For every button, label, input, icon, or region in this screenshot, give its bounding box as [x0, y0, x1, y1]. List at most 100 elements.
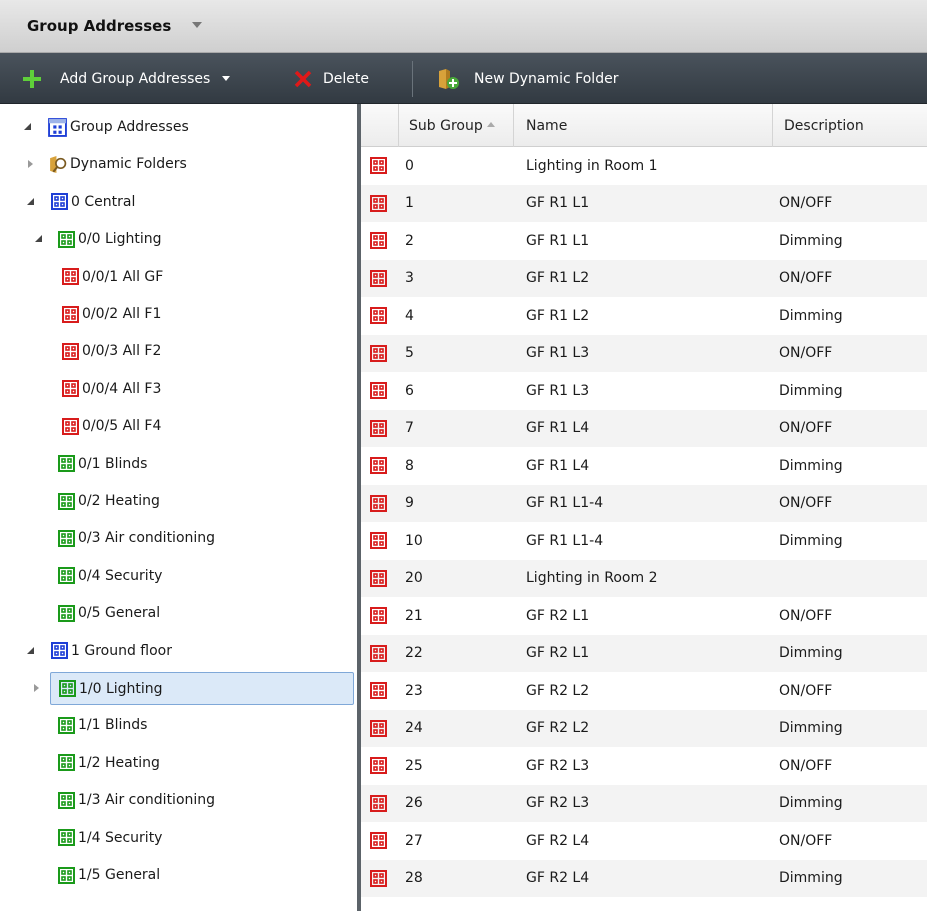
- table-row[interactable]: 4 GF R1 L2 Dimming: [361, 297, 927, 335]
- cell-description: Dimming: [779, 720, 843, 737]
- middle-group-icon: [58, 791, 75, 809]
- row-icon-cell: [370, 522, 387, 560]
- table-row[interactable]: 3 GF R1 L2 ON/OFF: [361, 259, 927, 297]
- tree-item[interactable]: 1/3 Air conditioning: [58, 783, 215, 817]
- table-row[interactable]: 21 GF R2 L1 ON/OFF: [361, 597, 927, 635]
- main-group-icon: [51, 642, 68, 660]
- table-row[interactable]: 9 GF R1 L1-4 ON/OFF: [361, 484, 927, 522]
- cell-sub-group: 22: [405, 645, 423, 662]
- table-row[interactable]: 24 GF R2 L2 Dimming: [361, 709, 927, 747]
- row-icon-cell: [370, 860, 387, 898]
- tree-item[interactable]: 0/0/3 All F2: [62, 334, 161, 368]
- group-address-icon: [370, 307, 387, 325]
- tree-item[interactable]: 0/0/5 All F4: [62, 409, 161, 443]
- group-address-icon: [370, 457, 387, 475]
- column-separator: [398, 104, 399, 147]
- tree-item[interactable]: 0/1 Blinds: [58, 447, 147, 481]
- chevron-down-icon[interactable]: [222, 76, 231, 81]
- title-dropdown-icon[interactable]: [192, 22, 202, 28]
- cell-name: GF R1 L3: [526, 345, 590, 362]
- tree-item-label: 0/3 Air conditioning: [78, 530, 216, 547]
- tree-item[interactable]: 0/5 General: [58, 596, 160, 630]
- table-row[interactable]: 23 GF R2 L2 ON/OFF: [361, 672, 927, 710]
- cell-sub-group: 20: [405, 570, 423, 587]
- tree-item[interactable]: 1/4 Security: [58, 821, 162, 855]
- tree-item[interactable]: 0/0/4 All F3: [62, 372, 161, 406]
- cell-description: ON/OFF: [779, 832, 833, 849]
- row-icon-cell: [370, 335, 387, 373]
- expanded-triangle-icon[interactable]: [24, 123, 31, 130]
- group-address-icon: [370, 269, 387, 287]
- tree-item[interactable]: 0/3 Air conditioning: [58, 521, 215, 555]
- cell-description: ON/OFF: [779, 495, 833, 512]
- cell-name: GF R1 L1: [526, 232, 590, 249]
- group-address-icon: [370, 757, 387, 775]
- cell-sub-group: 23: [405, 682, 423, 699]
- table-row[interactable]: 10 GF R1 L1-4 Dimming: [361, 522, 927, 560]
- panel-header: Group Addresses: [0, 0, 927, 53]
- column-header-sub-group[interactable]: Sub Group: [409, 104, 495, 147]
- tree-item[interactable]: 0/2 Heating: [58, 484, 160, 518]
- tree-item[interactable]: 1 Ground floor: [51, 634, 172, 668]
- tree-item[interactable]: 1/2 Heating: [58, 746, 160, 780]
- table-row[interactable]: 27 GF R2 L4 ON/OFF: [361, 822, 927, 860]
- expanded-triangle-icon[interactable]: [27, 197, 34, 205]
- table-row[interactable]: 26 GF R2 L3 Dimming: [361, 784, 927, 822]
- table-row[interactable]: 25 GF R2 L3 ON/OFF: [361, 747, 927, 785]
- tree-item[interactable]: 1/5 General: [58, 858, 160, 892]
- tree-item[interactable]: 1/1 Blinds: [58, 708, 147, 742]
- delete-button[interactable]: Delete: [293, 53, 369, 104]
- table-row[interactable]: 28 GF R2 L4 Dimming: [361, 859, 927, 898]
- table-row[interactable]: 1 GF R1 L1 ON/OFF: [361, 184, 927, 222]
- row-icon-cell: [370, 560, 387, 598]
- group-addresses-root-icon: [48, 117, 67, 137]
- cell-description: Dimming: [779, 382, 843, 399]
- table-row[interactable]: 20 Lighting in Room 2: [361, 559, 927, 598]
- cell-sub-group: 27: [405, 832, 423, 849]
- expanded-triangle-icon[interactable]: [27, 646, 34, 654]
- cell-name: GF R1 L1: [526, 195, 590, 212]
- table-row[interactable]: 6 GF R1 L3 Dimming: [361, 372, 927, 410]
- table-row[interactable]: 0 Lighting in Room 1: [361, 147, 927, 185]
- column-header-description[interactable]: Description: [784, 104, 864, 147]
- tree-item[interactable]: 0/0 Lighting: [58, 222, 162, 256]
- cell-sub-group: 3: [405, 270, 414, 287]
- cell-description: ON/OFF: [779, 195, 833, 212]
- cell-name: GF R1 L1-4: [526, 495, 604, 512]
- tree-item-root[interactable]: Group Addresses: [48, 110, 189, 144]
- column-header-description-label: Description: [784, 117, 864, 134]
- table-row[interactable]: 2 GF R1 L1 Dimming: [361, 222, 927, 260]
- panel-title: Group Addresses: [27, 17, 172, 35]
- tree-item[interactable]: 0/0/1 All GF: [62, 260, 163, 294]
- row-icon-cell: [370, 297, 387, 335]
- add-group-addresses-button[interactable]: Add Group Addresses: [22, 53, 231, 104]
- tree-item[interactable]: 0 Central: [51, 185, 135, 219]
- tree-item-label: 0 Central: [71, 193, 136, 210]
- collapsed-triangle-icon[interactable]: [28, 160, 33, 169]
- cell-sub-group: 9: [405, 495, 414, 512]
- tree-item[interactable]: 0/4 Security: [58, 559, 162, 593]
- table-row[interactable]: 22 GF R2 L1 Dimming: [361, 634, 927, 672]
- table-row[interactable]: 8 GF R1 L4 Dimming: [361, 447, 927, 485]
- group-address-icon: [370, 869, 387, 887]
- column-header-name[interactable]: Name: [526, 104, 567, 147]
- middle-group-icon: [58, 866, 75, 884]
- new-dynamic-folder-button[interactable]: New Dynamic Folder: [436, 53, 618, 104]
- table-row[interactable]: 5 GF R1 L3 ON/OFF: [361, 334, 927, 373]
- collapsed-triangle-icon[interactable]: [34, 684, 39, 692]
- expanded-triangle-icon[interactable]: [35, 235, 42, 243]
- tree-item[interactable]: 0/0/2 All F1: [62, 297, 161, 331]
- tree-item-label: 0/1 Blinds: [78, 455, 148, 472]
- cell-sub-group: 0: [405, 157, 414, 174]
- plus-icon: [23, 69, 41, 88]
- cell-name: Lighting in Room 2: [526, 570, 658, 587]
- cell-description: Dimming: [779, 795, 843, 812]
- tree-item[interactable]: Dynamic Folders: [48, 147, 187, 181]
- cell-sub-group: 8: [405, 457, 414, 474]
- tree-item[interactable]: 1/0 Lighting: [50, 672, 354, 705]
- column-separator: [513, 104, 514, 147]
- tree-item-label: 1/5 General: [78, 867, 161, 883]
- table-row[interactable]: 7 GF R1 L4 ON/OFF: [361, 409, 927, 447]
- group-address-icon: [370, 382, 387, 400]
- tree-item-label: 0/0 Lighting: [78, 231, 162, 248]
